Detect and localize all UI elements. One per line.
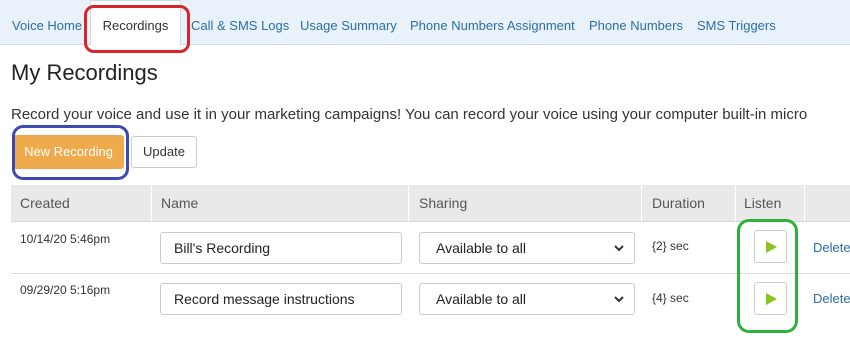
new-recording-button[interactable]: New Recording bbox=[13, 135, 124, 169]
recording-name-field[interactable]: Bill's Recording bbox=[160, 232, 402, 264]
update-button[interactable]: Update bbox=[131, 136, 197, 168]
duration-value: {4} sec bbox=[652, 291, 689, 305]
tab-recordings[interactable]: Recordings bbox=[90, 0, 181, 46]
table-row: 09/29/20 5:16pm Record message instructi… bbox=[11, 273, 850, 325]
tab-sms-triggers[interactable]: SMS Triggers bbox=[697, 0, 776, 45]
page-title: My Recordings bbox=[11, 60, 158, 85]
column-header-duration: Duration bbox=[652, 195, 705, 211]
column-header-listen: Listen bbox=[744, 195, 782, 211]
recording-name-field[interactable]: Record message instructions bbox=[160, 283, 402, 315]
chevron-down-icon bbox=[614, 245, 624, 252]
play-icon bbox=[766, 241, 777, 253]
created-date: 09/29/20 5:16pm bbox=[20, 283, 111, 297]
delete-link[interactable]: Delete bbox=[813, 291, 850, 306]
tab-call-sms-logs[interactable]: Call & SMS Logs bbox=[191, 0, 289, 45]
chevron-down-icon bbox=[614, 296, 624, 303]
sharing-select[interactable]: Available to all bbox=[419, 232, 635, 264]
intro-text: Record your voice and use it in your mar… bbox=[11, 106, 808, 123]
column-header-name: Name bbox=[161, 195, 199, 211]
recordings-table-header: Created Name Sharing Duration Listen bbox=[11, 185, 850, 222]
column-divider bbox=[408, 185, 409, 222]
column-divider bbox=[735, 185, 736, 222]
sharing-select-value: Available to all bbox=[436, 291, 527, 307]
tab-phone-numbers-assignment[interactable]: Phone Numbers Assignment bbox=[410, 0, 575, 45]
play-button[interactable] bbox=[754, 230, 787, 263]
column-divider bbox=[151, 185, 152, 222]
sharing-select[interactable]: Available to all bbox=[419, 283, 635, 315]
column-divider bbox=[641, 185, 642, 222]
top-nav-tabs: Voice Home Recordings Call & SMS Logs Us… bbox=[0, 0, 850, 46]
duration-value: {2} sec bbox=[652, 239, 689, 253]
sharing-select-value: Available to all bbox=[436, 240, 527, 256]
table-row: 10/14/20 5:46pm Bill's Recording Availab… bbox=[11, 222, 850, 274]
created-date: 10/14/20 5:46pm bbox=[20, 232, 111, 246]
tab-phone-numbers[interactable]: Phone Numbers bbox=[589, 0, 683, 45]
delete-link[interactable]: Delete bbox=[813, 240, 850, 255]
tab-usage-summary[interactable]: Usage Summary bbox=[300, 0, 397, 45]
column-header-created: Created bbox=[20, 195, 70, 211]
play-icon bbox=[766, 293, 777, 305]
column-header-sharing: Sharing bbox=[419, 195, 468, 211]
play-button[interactable] bbox=[754, 282, 787, 315]
column-divider bbox=[804, 185, 805, 222]
tab-voice-home[interactable]: Voice Home bbox=[12, 0, 82, 45]
